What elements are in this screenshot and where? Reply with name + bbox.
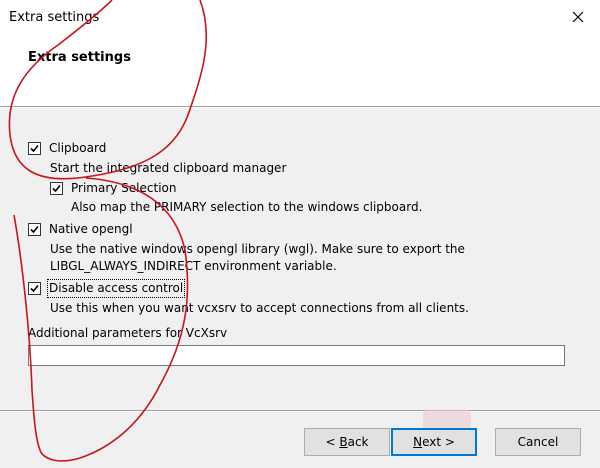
header-panel: Extra settings [0, 36, 600, 106]
next-button-rest: ext > [422, 435, 455, 449]
cancel-button[interactable]: Cancel [495, 428, 581, 456]
native-opengl-label: Native opengl [49, 222, 133, 236]
title-bar: Extra settings [0, 0, 600, 36]
next-button-mnemonic: N [413, 435, 423, 449]
extra-settings-window: Extra settings Extra settings Clipboard … [0, 0, 600, 468]
primary-selection-option[interactable]: Primary Selection [50, 181, 177, 196]
back-button[interactable]: < Back [304, 428, 390, 456]
disable-access-control-checkbox[interactable] [28, 282, 41, 295]
checkmark-icon [52, 184, 61, 193]
additional-parameters-input[interactable] [28, 345, 565, 366]
native-opengl-description-line2: LIBGL_ALWAYS_INDIRECT environment variab… [50, 259, 337, 273]
close-button[interactable] [560, 0, 596, 36]
clipboard-checkbox[interactable] [28, 142, 41, 155]
clipboard-option[interactable]: Clipboard [28, 141, 106, 156]
page-title: Extra settings [28, 50, 131, 65]
footer-divider [0, 410, 600, 412]
header-divider [0, 106, 600, 108]
native-opengl-checkbox[interactable] [28, 223, 41, 236]
cancel-button-label: Cancel [517, 435, 559, 449]
native-opengl-description-line1: Use the native windows opengl library (w… [50, 242, 465, 256]
disable-access-control-label: Disable access control [46, 279, 186, 298]
back-button-prefix: < [325, 435, 340, 449]
window-title: Extra settings [9, 10, 100, 25]
close-icon [572, 11, 584, 23]
primary-selection-label: Primary Selection [71, 181, 177, 195]
clipboard-label: Clipboard [49, 141, 107, 155]
checkmark-icon [30, 225, 39, 234]
back-button-mnemonic: B [339, 435, 348, 449]
primary-selection-description: Also map the PRIMARY selection to the wi… [71, 200, 423, 214]
disable-access-control-option[interactable]: Disable access control [28, 279, 186, 298]
clipboard-description: Start the integrated clipboard manager [50, 161, 287, 175]
next-button[interactable]: Next > [391, 428, 477, 456]
primary-selection-checkbox[interactable] [50, 182, 63, 195]
back-button-rest: ack [347, 435, 369, 449]
checkmark-icon [30, 284, 39, 293]
checkmark-icon [30, 144, 39, 153]
disable-access-control-description: Use this when you want vcxsrv to accept … [50, 301, 469, 315]
native-opengl-option[interactable]: Native opengl [28, 222, 133, 237]
additional-parameters-label: Additional parameters for VcXsrv [28, 326, 228, 340]
